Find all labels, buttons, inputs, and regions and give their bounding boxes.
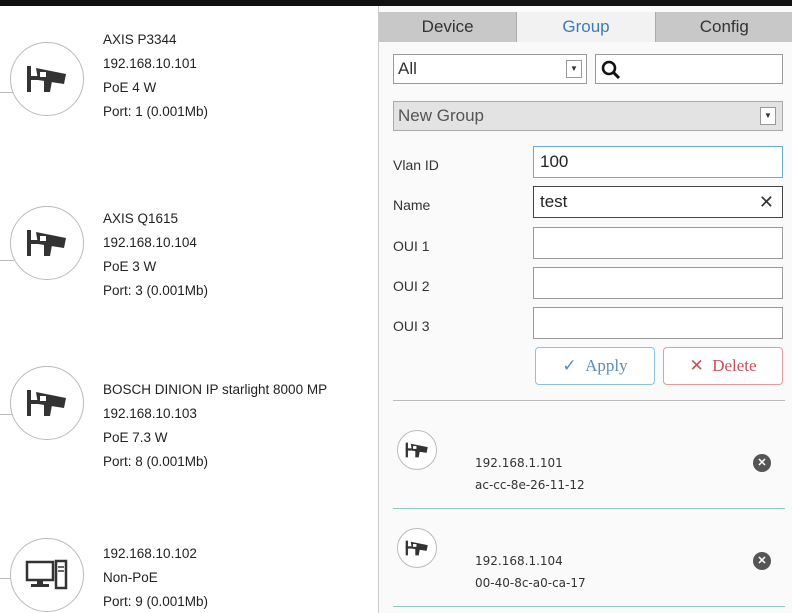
chevron-down-icon[interactable]: ▼ bbox=[566, 60, 582, 78]
device-ip: 192.168.10.103 bbox=[103, 406, 197, 421]
tab-group[interactable]: Group bbox=[517, 12, 656, 42]
vlan-id-field[interactable]: 100 bbox=[533, 146, 783, 178]
device-name: AXIS Q1615 bbox=[103, 211, 179, 226]
oui1-field[interactable] bbox=[533, 227, 783, 259]
device-port: Port: 9 (0.001Mb) bbox=[103, 594, 209, 609]
group-select[interactable]: New Group ▼ bbox=[393, 101, 783, 131]
search-input[interactable] bbox=[595, 54, 783, 84]
oui1-label: OUI 1 bbox=[393, 238, 430, 254]
device-poe: PoE 4 W bbox=[103, 80, 157, 95]
device-ip: 192.168.10.101 bbox=[103, 56, 197, 71]
member-ip: 192.168.1.104 bbox=[475, 554, 563, 568]
clear-icon[interactable]: ✕ bbox=[759, 187, 774, 217]
check-icon: ✓ bbox=[562, 356, 577, 375]
name-label: Name bbox=[393, 197, 431, 213]
member-ip: 192.168.1.101 bbox=[475, 456, 563, 470]
oui2-label: OUI 2 bbox=[393, 278, 430, 294]
device-ip: 192.168.10.104 bbox=[103, 235, 197, 250]
group-panel: Device Group Config All ▼ New Group ▼ Vl… bbox=[378, 6, 792, 613]
oui2-field[interactable] bbox=[533, 267, 783, 299]
device-list: AXIS P3344 192.168.10.101 PoE 4 W Port: … bbox=[0, 6, 378, 613]
divider bbox=[393, 508, 785, 509]
search-icon[interactable] bbox=[600, 59, 622, 81]
delete-label: Delete bbox=[712, 356, 757, 375]
tab-bar: Device Group Config bbox=[379, 12, 792, 42]
divider bbox=[393, 400, 785, 401]
member-mac: 00-40-8c-a0-ca-17 bbox=[475, 576, 586, 590]
close-icon: ✕ bbox=[689, 356, 704, 375]
connector-line bbox=[0, 260, 14, 261]
oui3-label: OUI 3 bbox=[393, 318, 430, 334]
device-poe: PoE 7.3 W bbox=[103, 430, 168, 445]
name-field-value: test bbox=[540, 192, 568, 211]
device-port: Port: 1 (0.001Mb) bbox=[103, 104, 209, 119]
group-member-item[interactable]: 192.168.1.101 ac-cc-8e-26-11-12 ✕ bbox=[379, 430, 792, 510]
device-port: Port: 3 (0.001Mb) bbox=[103, 283, 209, 298]
camera-icon bbox=[10, 366, 84, 440]
camera-icon bbox=[397, 430, 437, 470]
apply-button[interactable]: ✓ Apply bbox=[535, 347, 655, 385]
device-name: BOSCH DINION IP starlight 8000 MP bbox=[103, 382, 328, 397]
camera-icon bbox=[397, 528, 437, 568]
filter-select[interactable]: All ▼ bbox=[393, 54, 587, 84]
device-poe: PoE 3 W bbox=[103, 259, 157, 274]
delete-button[interactable]: ✕ Delete bbox=[663, 347, 783, 385]
device-name: AXIS P3344 bbox=[103, 32, 177, 47]
oui3-field[interactable] bbox=[533, 307, 783, 339]
chevron-down-icon[interactable]: ▼ bbox=[760, 107, 776, 125]
remove-icon[interactable]: ✕ bbox=[753, 552, 771, 570]
computer-icon bbox=[10, 538, 84, 612]
device-port: Port: 8 (0.001Mb) bbox=[103, 454, 209, 469]
tab-device[interactable]: Device bbox=[379, 12, 518, 42]
vlan-id-label: Vlan ID bbox=[393, 157, 439, 173]
device-ip: 192.168.10.102 bbox=[103, 546, 197, 561]
group-member-item[interactable]: 192.168.1.104 00-40-8c-a0-ca-17 ✕ bbox=[379, 528, 792, 608]
group-select-value: New Group bbox=[398, 106, 484, 125]
divider bbox=[393, 606, 785, 607]
filter-select-value: All bbox=[398, 59, 417, 78]
name-field[interactable]: test ✕ bbox=[533, 186, 783, 218]
tab-config[interactable]: Config bbox=[655, 12, 792, 42]
member-mac: ac-cc-8e-26-11-12 bbox=[475, 478, 585, 492]
device-poe: Non-PoE bbox=[103, 570, 158, 585]
remove-icon[interactable]: ✕ bbox=[753, 454, 771, 472]
camera-icon bbox=[10, 42, 84, 116]
camera-icon bbox=[10, 206, 84, 280]
apply-label: Apply bbox=[585, 356, 628, 375]
